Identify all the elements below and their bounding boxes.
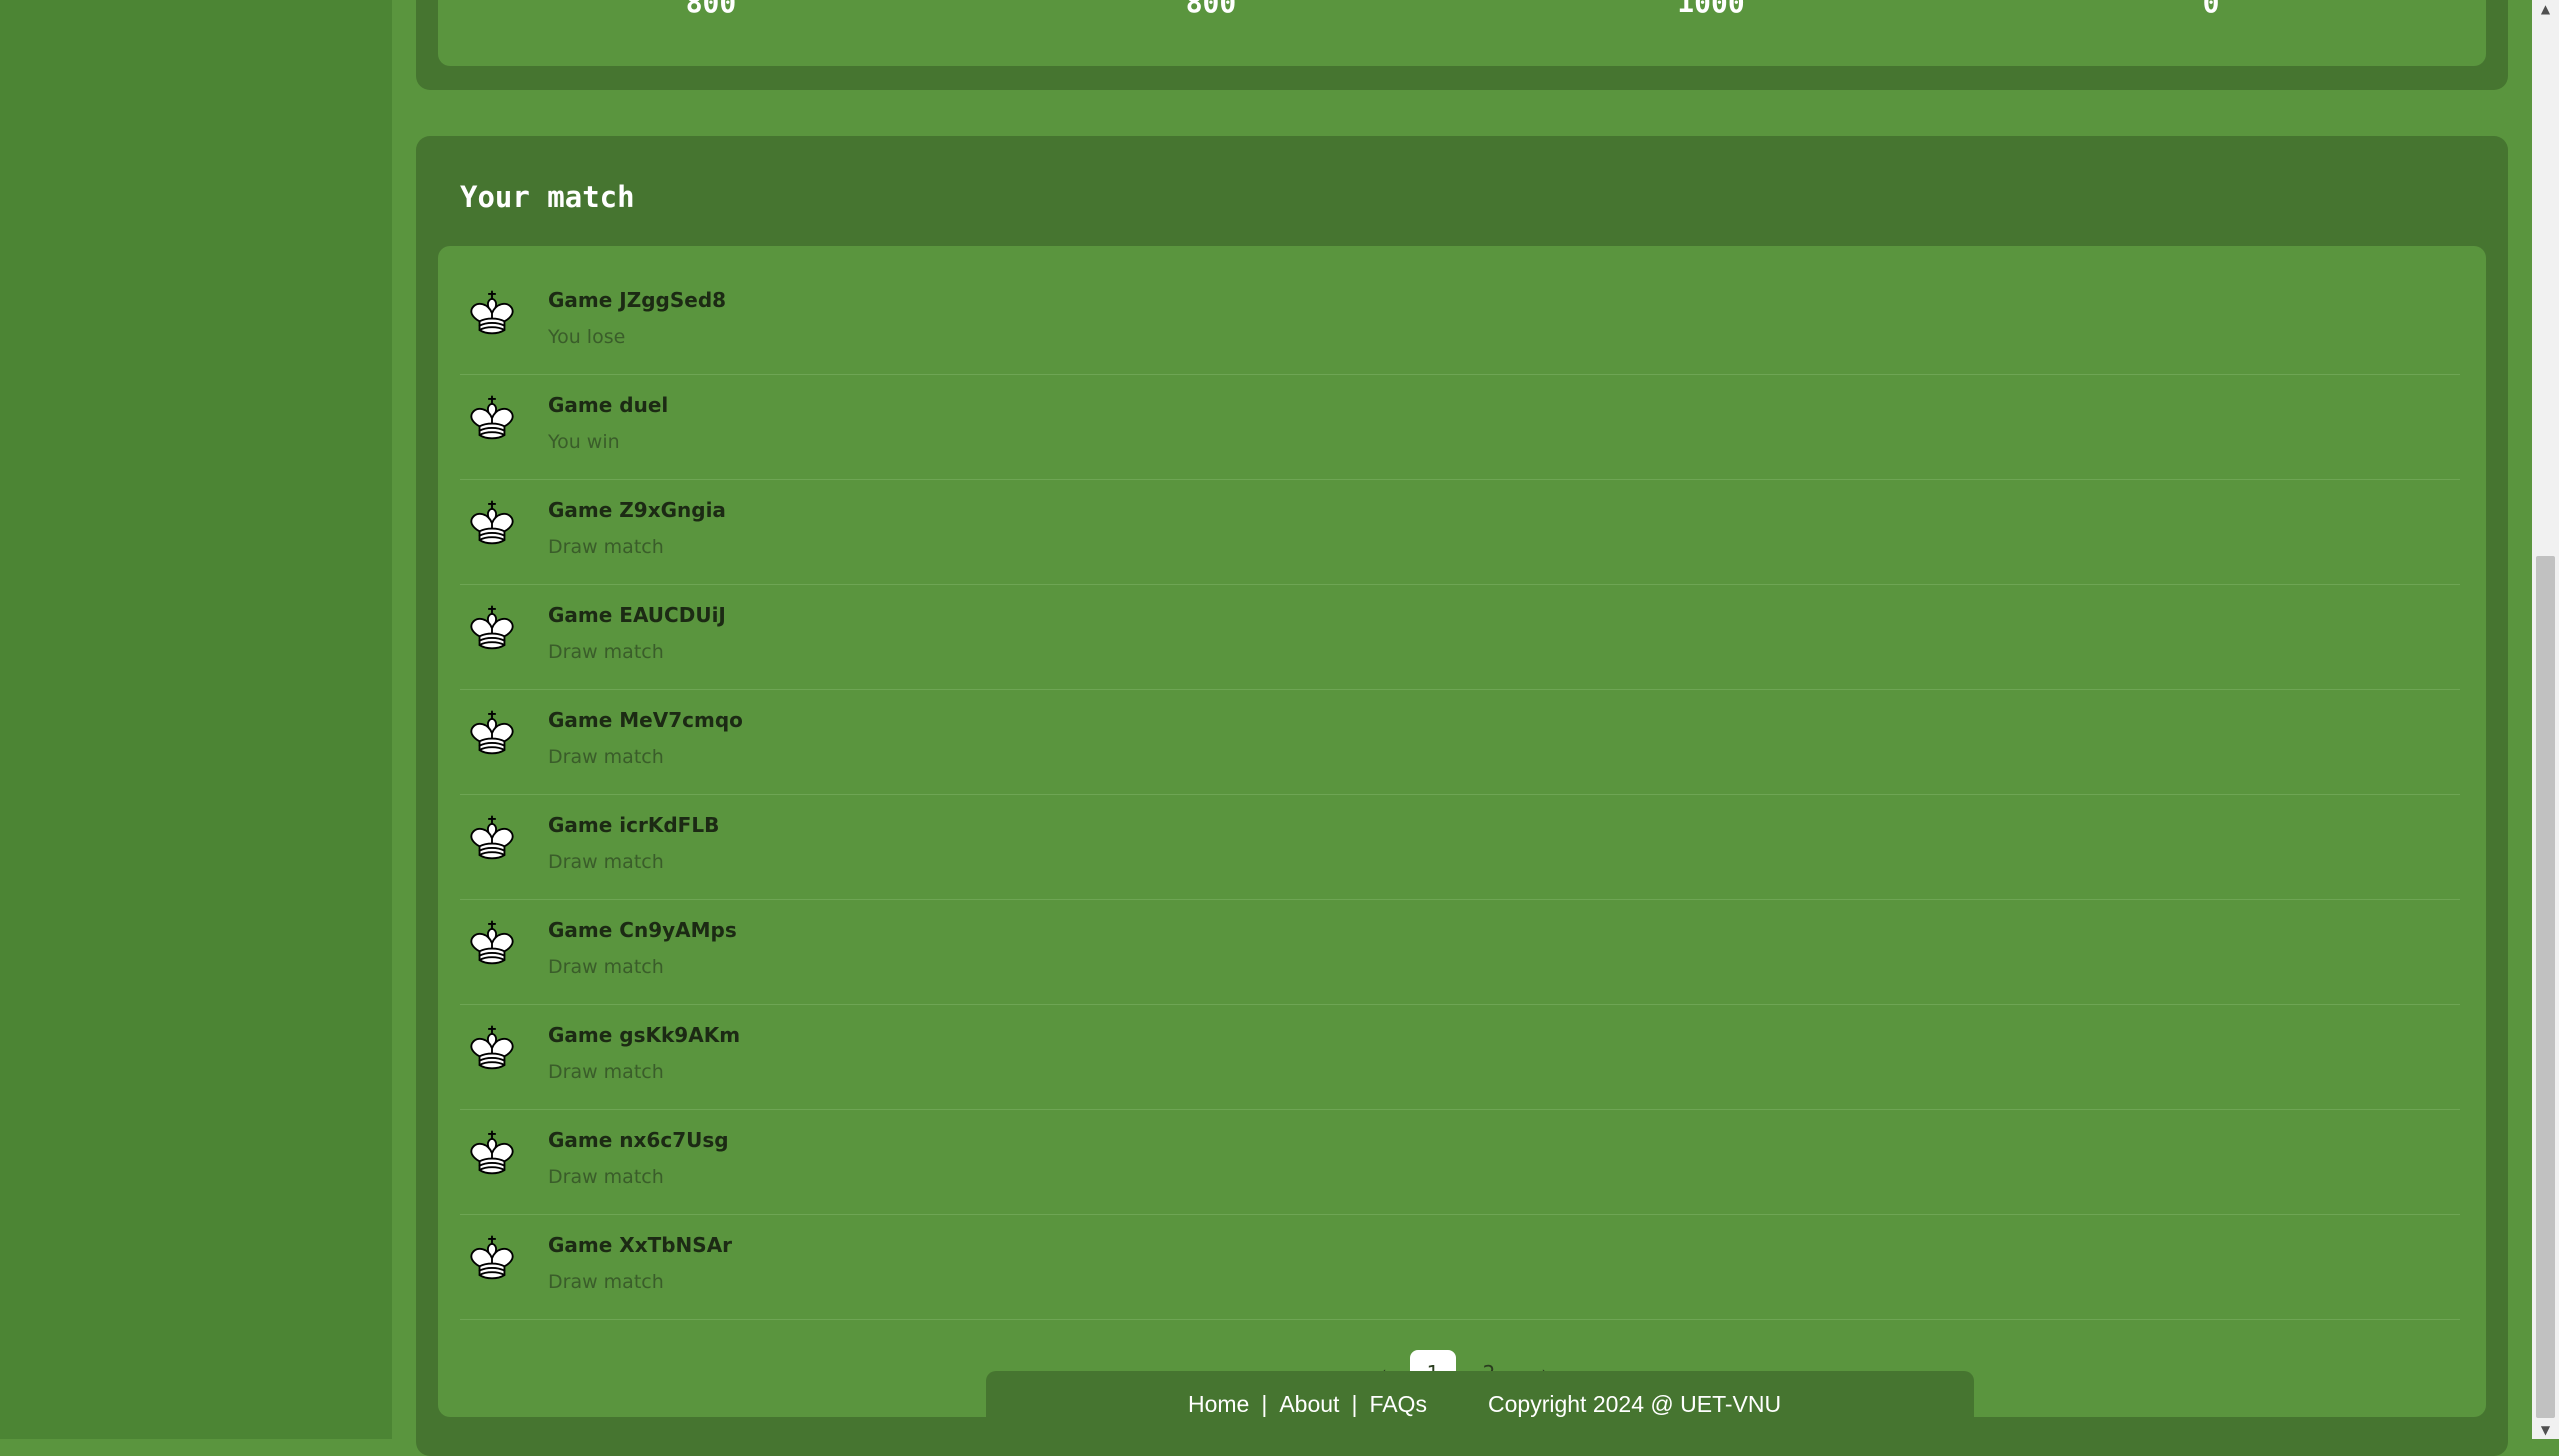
match-list-item[interactable]: Game Cn9yAMps Draw match xyxy=(460,900,2460,1005)
white-king-icon xyxy=(464,389,520,445)
match-result: Draw match xyxy=(548,956,664,978)
match-list-item[interactable]: Game gsKk9AKm Draw match xyxy=(460,1005,2460,1110)
match-name[interactable]: Game XxTbNSAr xyxy=(548,1233,732,1257)
match-list-item[interactable]: Game JZggSed8 You lose xyxy=(460,270,2460,375)
stat-value: 1000 xyxy=(1677,0,1745,19)
match-result: Draw match xyxy=(548,746,664,768)
scroll-down-arrow-icon[interactable]: ▼ xyxy=(2536,1421,2555,1439)
footer-link-about[interactable]: About xyxy=(1279,1391,1339,1418)
white-king-icon xyxy=(464,1124,520,1180)
match-result: Draw match xyxy=(548,536,664,558)
match-result: You win xyxy=(548,431,620,453)
match-name[interactable]: Game JZggSed8 xyxy=(548,288,726,312)
white-king-icon xyxy=(464,284,520,340)
match-name[interactable]: Game Cn9yAMps xyxy=(548,918,737,942)
footer: Home | About | FAQs Copyright 2024 @ UET-VNU xyxy=(986,1371,1974,1439)
stat-value: 800 xyxy=(1185,0,1237,19)
match-name[interactable]: Game nx6c7Usg xyxy=(548,1128,729,1152)
stat-value: 800 xyxy=(685,0,737,19)
match-result: Draw match xyxy=(548,1271,664,1293)
match-list-item[interactable]: Game Z9xGngia Draw match xyxy=(460,480,2460,585)
footer-link-faqs[interactable]: FAQs xyxy=(1369,1391,1427,1418)
stats-card: 800 800 1000 0 xyxy=(438,0,2486,66)
copyright-text: Copyright 2024 @ UET-VNU xyxy=(1488,1391,1782,1417)
match-name[interactable]: Game Z9xGngia xyxy=(548,498,726,522)
footer-links: Home | About | FAQs xyxy=(1188,1391,1427,1418)
match-result: Draw match xyxy=(548,851,664,873)
match-name[interactable]: Game gsKk9AKm xyxy=(548,1023,740,1047)
white-king-icon xyxy=(464,704,520,760)
sidebar xyxy=(0,0,392,1439)
white-king-icon xyxy=(464,1019,520,1075)
match-list: Game JZggSed8 You lose Game duel You win G… xyxy=(460,270,2460,1320)
match-name[interactable]: Game MeV7cmqo xyxy=(548,708,743,732)
match-list-item[interactable]: Game EAUCDUiJ Draw match xyxy=(460,585,2460,690)
stat-value: 0 xyxy=(2202,0,2220,19)
footer-separator: | xyxy=(1351,1391,1358,1417)
match-list-item[interactable]: Game icrKdFLB Draw match xyxy=(460,795,2460,900)
match-name[interactable]: Game duel xyxy=(548,393,668,417)
scroll-up-arrow-icon[interactable]: ▲ xyxy=(2536,0,2555,18)
white-king-icon xyxy=(464,914,520,970)
match-list-item[interactable]: Game XxTbNSAr Draw match xyxy=(460,1215,2460,1320)
match-section-title: Your match xyxy=(460,180,635,214)
match-list-item[interactable]: Game MeV7cmqo Draw match xyxy=(460,690,2460,795)
white-king-icon xyxy=(464,494,520,550)
match-list-item[interactable]: Game duel You win xyxy=(460,375,2460,480)
footer-separator: | xyxy=(1261,1391,1268,1417)
footer-link-home[interactable]: Home xyxy=(1188,1391,1249,1418)
white-king-icon xyxy=(464,809,520,865)
match-result: Draw match xyxy=(548,1061,664,1083)
white-king-icon xyxy=(464,599,520,655)
match-result: You lose xyxy=(548,326,626,348)
match-name[interactable]: Game icrKdFLB xyxy=(548,813,719,837)
white-king-icon xyxy=(464,1229,520,1285)
scrollbar-thumb[interactable] xyxy=(2536,556,2555,1418)
match-result: Draw match xyxy=(548,1166,664,1188)
match-list-item[interactable]: Game nx6c7Usg Draw match xyxy=(460,1110,2460,1215)
match-result: Draw match xyxy=(548,641,664,663)
match-name[interactable]: Game EAUCDUiJ xyxy=(548,603,726,627)
